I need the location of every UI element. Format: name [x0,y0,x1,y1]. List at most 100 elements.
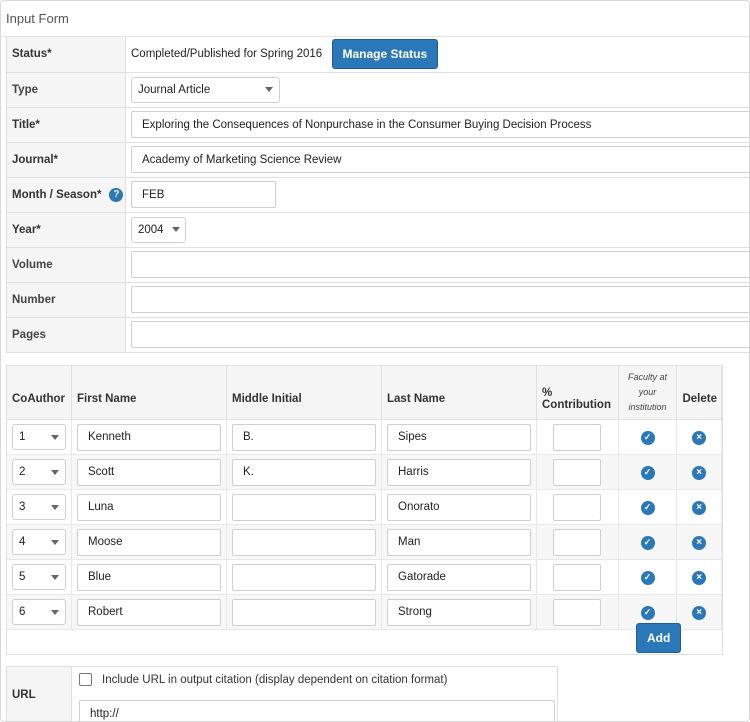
col-middle-initial: Middle Initial [226,366,382,420]
year-select-value: 2004 [138,223,164,236]
chevron-down-icon [51,469,59,475]
check-circle-icon[interactable]: ✓ [640,570,655,585]
x-circle-icon[interactable]: × [692,466,707,480]
coauthor-row: 3 ✓ × [7,489,722,525]
url-label: URL [7,667,72,721]
journal-row: Journal* [6,142,749,178]
col-first-name: First Name [71,366,227,420]
type-label: Type [6,72,126,108]
chevron-down-icon [51,609,59,615]
number-input[interactable] [131,286,749,313]
chevron-down-icon [171,227,180,232]
month-row: Month / Season*? [6,177,749,213]
url-section: URL Include URL in output citation (disp… [6,666,558,721]
coauthor-order-select[interactable]: 2 [12,459,66,485]
col-contribution: % Contribution [536,366,619,420]
middle-initial-input[interactable] [232,458,376,486]
last-name-input[interactable] [387,458,531,486]
title-input[interactable] [131,111,749,138]
add-coauthor-button[interactable]: Add [636,623,682,653]
middle-initial-input[interactable] [232,423,376,451]
panel-title: Input Form [6,11,69,26]
x-circle-icon[interactable]: × [692,606,707,620]
coauthor-order-select[interactable]: 1 [12,424,66,450]
check-circle-icon[interactable]: ✓ [640,605,655,620]
question-circle-icon[interactable]: ? [109,187,124,202]
coauthor-order-select[interactable]: 3 [12,494,66,520]
journal-input[interactable] [131,146,749,173]
input-form-panel: Input Form Status* Completed/Published f… [0,0,750,722]
manage-status-button[interactable]: Manage Status [331,39,439,70]
check-circle-icon[interactable]: ✓ [640,465,655,480]
middle-initial-input[interactable] [232,598,376,626]
month-input[interactable] [131,181,276,208]
chevron-down-icon [51,539,59,545]
col-faculty: Faculty at your institution [618,366,678,420]
coauthor-section: CoAuthor First Name Middle Initial Last … [6,365,723,655]
x-circle-icon[interactable]: × [692,571,707,585]
coauthor-order-value: 3 [19,501,26,513]
volume-label: Volume [6,247,126,283]
last-name-input[interactable] [387,598,531,626]
last-name-input[interactable] [387,493,531,521]
middle-initial-input[interactable] [232,563,376,591]
contribution-input[interactable] [553,563,602,591]
col-coauthor: CoAuthor [7,366,72,420]
last-name-input[interactable] [387,423,531,451]
include-url-checkbox[interactable] [79,673,92,686]
type-row: Type Journal Article [6,72,749,108]
first-name-input[interactable] [77,598,221,626]
contribution-input[interactable] [553,528,602,556]
coauthor-order-value: 5 [19,571,26,583]
x-circle-icon[interactable]: × [692,501,707,515]
status-label: Status* [6,37,126,73]
coauthor-order-value: 4 [19,536,26,548]
coauthor-order-select[interactable]: 6 [12,599,66,625]
journal-label: Journal* [6,142,126,178]
coauthor-order-value: 2 [19,466,26,478]
status-value: Completed/Published for Spring 2016 [131,48,323,61]
contribution-input[interactable] [553,493,602,521]
coauthor-row: 4 ✓ × [7,524,722,560]
volume-input[interactable] [131,251,749,278]
first-name-input[interactable] [77,493,221,521]
check-circle-icon[interactable]: ✓ [640,535,655,550]
year-label: Year* [6,212,126,248]
url-input[interactable] [79,700,555,721]
first-name-input[interactable] [77,423,221,451]
coauthor-order-value: 1 [19,431,26,443]
coauthor-order-select[interactable]: 5 [12,564,66,590]
col-delete: Delete [676,366,722,420]
status-row: Status* Completed/Published for Spring 2… [6,37,749,73]
first-name-input[interactable] [77,528,221,556]
first-name-input[interactable] [77,458,221,486]
type-select[interactable]: Journal Article [131,76,280,103]
chevron-down-icon [51,574,59,580]
year-select[interactable]: 2004 [131,216,186,243]
include-url-label: Include URL in output citation (display … [102,673,448,686]
coauthor-order-select[interactable]: 4 [12,529,66,555]
title-label: Title* [6,107,126,143]
type-select-value: Journal Article [138,83,211,96]
year-row: Year* 2004 [6,212,749,248]
number-row: Number [6,282,749,318]
last-name-input[interactable] [387,563,531,591]
coauthor-row: 1 ✓ × [7,419,722,455]
x-circle-icon[interactable]: × [692,431,707,445]
middle-initial-input[interactable] [232,493,376,521]
contribution-input[interactable] [553,423,602,451]
pages-input[interactable] [131,321,749,348]
check-circle-icon[interactable]: ✓ [640,500,655,515]
check-circle-icon[interactable]: ✓ [640,430,655,445]
month-label: Month / Season* [12,188,102,201]
first-name-input[interactable] [77,563,221,591]
coauthor-row: 6 ✓ × [7,594,722,630]
x-circle-icon[interactable]: × [692,536,707,550]
contribution-input[interactable] [553,458,602,486]
chevron-down-icon [51,504,59,510]
coauthor-row: 5 ✓ × [7,559,722,595]
contribution-input[interactable] [553,598,602,626]
last-name-input[interactable] [387,528,531,556]
middle-initial-input[interactable] [232,528,376,556]
title-row: Title* [6,107,749,143]
